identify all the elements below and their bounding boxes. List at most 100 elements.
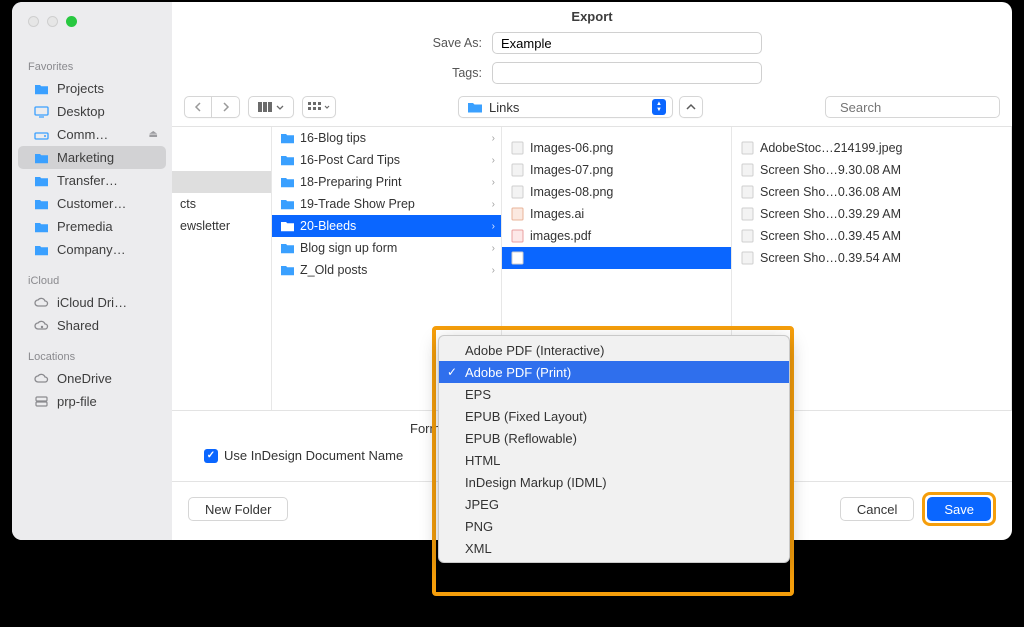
browser-row[interactable]: 18-Preparing Print› bbox=[272, 171, 501, 193]
browser-row[interactable]: AdobeStoc…214199.jpeg bbox=[732, 137, 1011, 159]
browser-row[interactable]: Screen Sho…0.39.45 AM bbox=[732, 225, 1011, 247]
format-option[interactable]: EPS bbox=[439, 383, 789, 405]
shared-icon bbox=[34, 319, 49, 332]
row-label: Images.ai bbox=[530, 207, 584, 221]
sidebar-item[interactable]: Desktop bbox=[18, 100, 166, 123]
sidebar-item[interactable]: OneDrive bbox=[18, 367, 166, 390]
png-icon bbox=[740, 229, 754, 243]
group-toggle[interactable] bbox=[302, 96, 336, 118]
row-label: images.pdf bbox=[530, 229, 591, 243]
search-input[interactable] bbox=[838, 99, 1018, 116]
chevron-right-icon bbox=[222, 102, 230, 112]
png-icon bbox=[740, 251, 754, 265]
browser-row[interactable]: Images-06.png bbox=[502, 137, 731, 159]
sidebar-item[interactable]: Customer… bbox=[18, 192, 166, 215]
browser-row[interactable]: cts bbox=[172, 193, 271, 215]
sidebar-section-header: Locations bbox=[12, 347, 172, 367]
nav-forward-button[interactable] bbox=[212, 96, 240, 118]
drive-icon bbox=[34, 128, 49, 141]
sidebar-item-label: Desktop bbox=[57, 104, 105, 119]
chevron-right-icon: › bbox=[492, 199, 495, 210]
browser-row[interactable]: Z_Old posts› bbox=[272, 259, 501, 281]
browser-row[interactable]: Images-08.png bbox=[502, 181, 731, 203]
chevron-right-icon: › bbox=[492, 265, 495, 276]
format-dropdown[interactable]: Adobe PDF (Interactive) ✓ Adobe PDF (Print… bbox=[438, 335, 790, 563]
format-option[interactable]: XML bbox=[439, 537, 789, 559]
sidebar-item[interactable]: iCloud Dri… bbox=[18, 291, 166, 314]
browser-row[interactable]: Screen Sho…0.39.29 AM bbox=[732, 203, 1011, 225]
sidebar-item[interactable]: prp-file bbox=[18, 390, 166, 413]
browser-row[interactable] bbox=[502, 247, 731, 269]
format-option[interactable]: JPEG bbox=[439, 493, 789, 515]
view-mode-popup[interactable] bbox=[248, 96, 294, 118]
format-option[interactable]: ✓ Adobe PDF (Print) bbox=[439, 361, 789, 383]
sidebar-item-label: prp-file bbox=[57, 394, 97, 409]
check-icon: ✓ bbox=[447, 365, 457, 379]
go-up-button[interactable] bbox=[679, 96, 703, 118]
format-option-label: JPEG bbox=[465, 497, 499, 512]
row-label: Screen Sho…9.30.08 AM bbox=[760, 163, 901, 177]
row-label: Screen Sho…0.39.45 AM bbox=[760, 229, 901, 243]
row-label: 18-Preparing Print bbox=[300, 175, 401, 189]
format-option-label: Adobe PDF (Interactive) bbox=[465, 343, 604, 358]
save-as-label: Save As: bbox=[422, 36, 482, 50]
chevron-down-icon bbox=[324, 105, 330, 109]
row-label: Blog sign up form bbox=[300, 241, 397, 255]
browser-row[interactable] bbox=[172, 171, 271, 193]
sidebar-item[interactable]: Marketing bbox=[18, 146, 166, 169]
format-option-label: PNG bbox=[465, 519, 493, 534]
folder-icon bbox=[34, 243, 49, 256]
use-doc-name-label: Use InDesign Document Name bbox=[224, 448, 403, 463]
format-option[interactable]: InDesign Markup (IDML) bbox=[439, 471, 789, 493]
minimize-window-icon[interactable] bbox=[47, 16, 58, 27]
save-button[interactable]: Save bbox=[927, 497, 991, 521]
format-option[interactable]: HTML bbox=[439, 449, 789, 471]
tags-input[interactable] bbox=[492, 62, 762, 84]
save-highlight-annotation: Save bbox=[922, 492, 996, 526]
browser-row[interactable]: Images-07.png bbox=[502, 159, 731, 181]
browser-row[interactable]: Screen Sho…0.36.08 AM bbox=[732, 181, 1011, 203]
sidebar-item[interactable]: Shared bbox=[18, 314, 166, 337]
sidebar-item-label: iCloud Dri… bbox=[57, 295, 127, 310]
chevron-right-icon: › bbox=[492, 155, 495, 166]
browser-row[interactable]: Images.ai bbox=[502, 203, 731, 225]
row-label: Screen Sho…0.36.08 AM bbox=[760, 185, 901, 199]
sidebar-section-header: iCloud bbox=[12, 271, 172, 291]
format-option-label: Adobe PDF (Print) bbox=[465, 365, 571, 380]
format-option[interactable]: Adobe PDF (Interactive) bbox=[439, 339, 789, 361]
use-doc-name-checkbox[interactable]: ✓ bbox=[204, 449, 218, 463]
new-folder-button[interactable]: New Folder bbox=[188, 497, 288, 521]
sidebar-item[interactable]: Comm…⏏ bbox=[18, 123, 166, 146]
browser-row[interactable]: images.pdf bbox=[502, 225, 731, 247]
chevron-left-icon bbox=[194, 102, 202, 112]
path-popup[interactable]: Links ▲▼ bbox=[458, 96, 673, 118]
zoom-window-icon[interactable] bbox=[66, 16, 77, 27]
browser-row[interactable]: 20-Bleeds› bbox=[272, 215, 501, 237]
browser-row[interactable]: 19-Trade Show Prep› bbox=[272, 193, 501, 215]
save-as-input[interactable] bbox=[492, 32, 762, 54]
format-option[interactable]: EPUB (Reflowable) bbox=[439, 427, 789, 449]
nav-back-button[interactable] bbox=[184, 96, 212, 118]
browser-row[interactable]: 16-Post Card Tips› bbox=[272, 149, 501, 171]
sidebar: FavoritesProjectsDesktopComm…⏏MarketingT… bbox=[12, 2, 172, 540]
cancel-button[interactable]: Cancel bbox=[840, 497, 914, 521]
file-icon bbox=[510, 251, 524, 265]
format-option[interactable]: PNG bbox=[439, 515, 789, 537]
format-option[interactable]: EPUB (Fixed Layout) bbox=[439, 405, 789, 427]
sidebar-item[interactable]: Company… bbox=[18, 238, 166, 261]
search-field[interactable] bbox=[825, 96, 1000, 118]
browser-row[interactable]: Screen Sho…0.39.54 AM bbox=[732, 247, 1011, 269]
format-option-label: HTML bbox=[465, 453, 500, 468]
chevron-right-icon: › bbox=[492, 221, 495, 232]
browser-row[interactable]: Screen Sho…9.30.08 AM bbox=[732, 159, 1011, 181]
browser-row[interactable]: ewsletter bbox=[172, 215, 271, 237]
sidebar-item[interactable]: Projects bbox=[18, 77, 166, 100]
browser-row[interactable]: 16-Blog tips› bbox=[272, 127, 501, 149]
folder-icon bbox=[280, 197, 294, 211]
window-title: Export bbox=[172, 2, 1012, 28]
sidebar-item[interactable]: Transfer… bbox=[18, 169, 166, 192]
browser-row[interactable]: Blog sign up form› bbox=[272, 237, 501, 259]
eject-icon[interactable]: ⏏ bbox=[149, 129, 158, 140]
close-window-icon[interactable] bbox=[28, 16, 39, 27]
sidebar-item[interactable]: Premedia bbox=[18, 215, 166, 238]
